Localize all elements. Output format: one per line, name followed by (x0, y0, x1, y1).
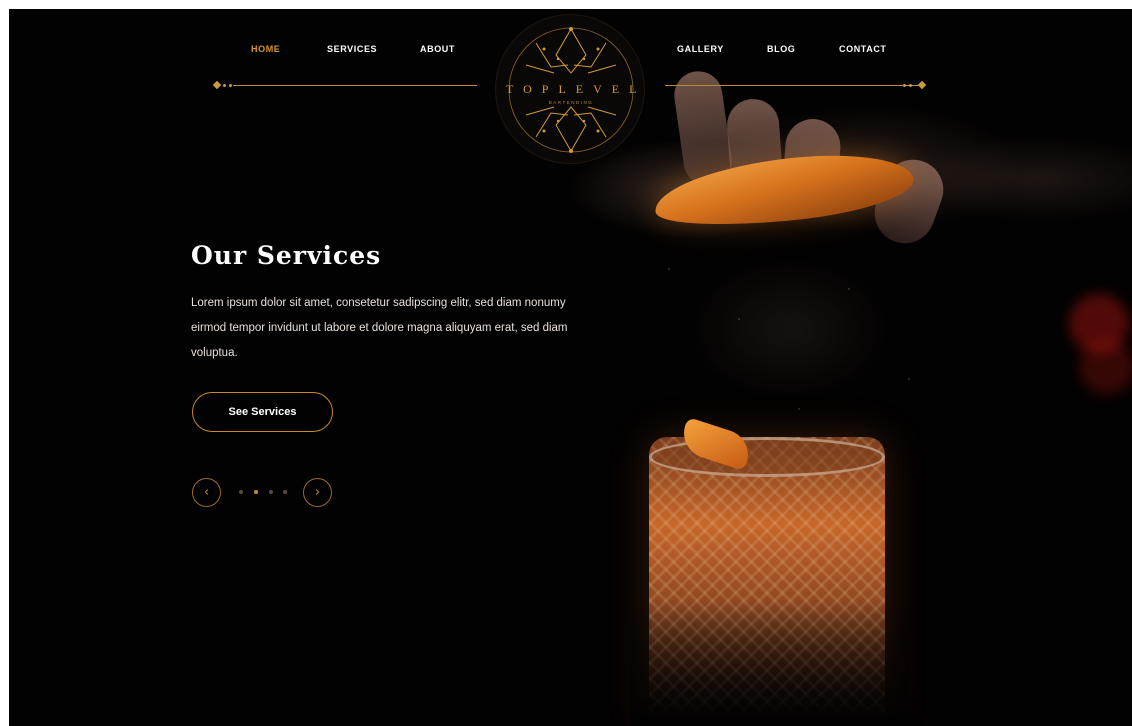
divider-right (665, 85, 919, 86)
nav-blog[interactable]: BLOG (767, 44, 795, 54)
hero-section: HOME SERVICES ABOUT GALLERY BLOG CONTACT (9, 9, 1132, 726)
ornament-dot (909, 84, 912, 87)
nav-about[interactable]: ABOUT (420, 44, 455, 54)
ornament-dot (903, 84, 906, 87)
page-title: Our Services (191, 241, 382, 270)
nav-gallery[interactable]: GALLERY (677, 44, 724, 54)
nav-services[interactable]: SERVICES (327, 44, 377, 54)
nav-contact[interactable]: CONTACT (839, 44, 887, 54)
citrus-mist (629, 229, 949, 459)
carousel-dot[interactable] (269, 490, 273, 494)
chevron-left-icon: ‹ (203, 485, 210, 500)
carousel-dot[interactable] (283, 490, 287, 494)
carousel-dot-active[interactable] (254, 490, 258, 494)
nav-home[interactable]: HOME (251, 44, 280, 54)
see-services-button[interactable]: See Services (192, 392, 333, 432)
logo[interactable]: TOPLEVEL BARTENDING (495, 14, 645, 164)
hero-description: Lorem ipsum dolor sit amet, consetetur s… (191, 297, 568, 359)
carousel-dot[interactable] (239, 490, 243, 494)
divider-left (233, 85, 477, 86)
chevron-right-icon: › (314, 485, 321, 500)
logo-subtitle: BARTENDING (548, 100, 594, 105)
bokeh-light (1079, 339, 1132, 394)
ornament-dot (229, 84, 232, 87)
ornament-dot (223, 84, 226, 87)
carousel-prev-button[interactable]: ‹ (192, 478, 221, 507)
glass-shadow (629, 599, 909, 726)
carousel-next-button[interactable]: › (303, 478, 332, 507)
glass-rim (649, 437, 885, 477)
logo-wordmark: TOPLEVEL (506, 82, 647, 96)
